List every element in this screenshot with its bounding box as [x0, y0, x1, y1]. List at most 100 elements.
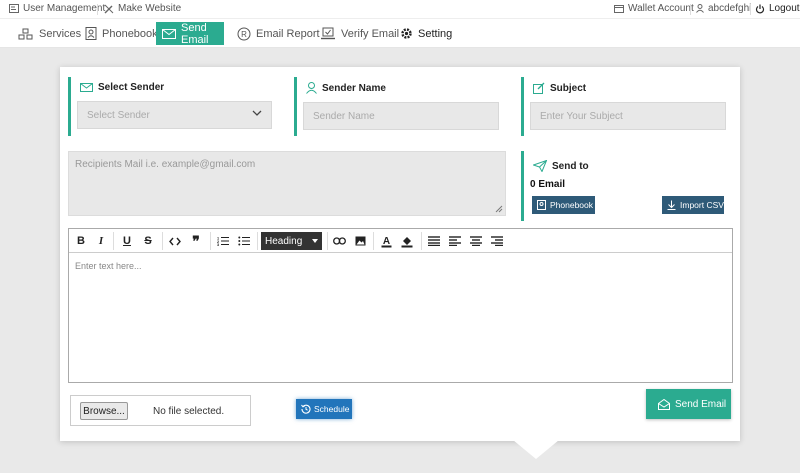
caret-down-icon: [312, 239, 318, 243]
envelope-icon: [162, 28, 176, 39]
underline-icon[interactable]: U: [119, 233, 135, 249]
user-management-link[interactable]: User Management: [9, 3, 105, 14]
username-label: abcdefghi: [708, 3, 752, 14]
nav-setting[interactable]: Setting: [394, 22, 458, 45]
sender-name-title: Sender Name: [306, 82, 386, 94]
id-card-icon: [9, 4, 19, 13]
send-email-button-label: Send Email: [675, 398, 727, 410]
tools-icon: [104, 4, 114, 13]
align-left-icon[interactable]: [447, 233, 463, 249]
user-icon: [696, 4, 704, 13]
power-icon: [755, 4, 765, 13]
select-sender-value: Select Sender: [87, 109, 150, 121]
user-management-label: User Management: [23, 3, 106, 14]
sender-name-placeholder: Sender Name: [313, 110, 375, 122]
chevron-down-icon: [252, 110, 262, 116]
align-center-icon[interactable]: [468, 233, 484, 249]
contact-book-icon: [537, 200, 546, 210]
bold-icon[interactable]: B: [73, 233, 89, 249]
make-website-label: Make Website: [118, 3, 182, 14]
logout-label: Logout: [769, 3, 800, 14]
browse-button[interactable]: Browse...: [80, 402, 128, 420]
envelope-icon: [80, 83, 93, 92]
toolbar-divider: [373, 232, 374, 250]
phonebook-button[interactable]: Phonebook: [532, 196, 595, 214]
resize-grip-icon[interactable]: [495, 205, 503, 213]
wallet-account-label: Wallet Account: [628, 3, 694, 14]
phonebook-button-label: Phonebook: [550, 200, 594, 210]
sender-name-input[interactable]: Sender Name: [303, 102, 499, 130]
schedule-button-label: Schedule: [314, 404, 350, 414]
nav-verify-email[interactable]: Verify Email: [314, 22, 405, 45]
nav-email-report-label: Email Report: [256, 27, 320, 40]
make-website-link[interactable]: Make Website: [104, 3, 181, 14]
user-menu[interactable]: abcdefghi: [696, 3, 751, 14]
subject-title-text: Subject: [550, 82, 587, 94]
ordered-list-icon[interactable]: 123: [215, 233, 231, 249]
nav-services[interactable]: Services: [12, 22, 87, 45]
import-csv-button[interactable]: Import CSV: [662, 196, 724, 214]
font-color-icon[interactable]: A: [378, 233, 394, 249]
user-icon: [306, 82, 317, 94]
svg-text:A: A: [382, 236, 389, 247]
italic-icon[interactable]: I: [93, 233, 109, 249]
nav-phonebook[interactable]: Phonebook: [79, 22, 164, 45]
editor-toolbar: B I U S ❞ 123 Heading A: [69, 229, 732, 253]
main-nav: Services Phonebook Send Email R Email Re…: [0, 19, 800, 48]
topbar-divider: [750, 4, 751, 15]
highlight-color-icon[interactable]: [399, 233, 415, 249]
select-sender-title: Select Sender: [80, 82, 164, 93]
nav-send-email-label: Send Email: [181, 21, 209, 46]
heading-select-label: Heading: [265, 235, 303, 247]
nav-email-report[interactable]: R Email Report: [231, 22, 326, 45]
file-status: No file selected.: [153, 406, 225, 417]
send-email-button[interactable]: Send Email: [646, 389, 731, 419]
recipients-textarea[interactable]: Recipients Mail i.e. example@gmail.com: [68, 151, 506, 216]
quote-icon[interactable]: ❞: [188, 233, 204, 249]
align-justify-icon[interactable]: [426, 233, 442, 249]
download-icon: [667, 200, 676, 210]
wallet-account-link[interactable]: Wallet Account: [614, 3, 694, 14]
services-icon: [18, 28, 33, 39]
edit-icon: [533, 82, 545, 94]
subject-input[interactable]: Enter Your Subject: [530, 102, 726, 130]
envelope-open-icon: [658, 398, 670, 410]
email-body-editor: B I U S ❞ 123 Heading A Enter text here.…: [68, 228, 733, 383]
nav-services-label: Services: [39, 27, 82, 40]
topbar-divider: [97, 4, 98, 15]
select-sender-dropdown[interactable]: Select Sender: [77, 101, 272, 129]
toolbar-divider: [421, 232, 422, 250]
subject-title: Subject: [533, 82, 586, 94]
send-to-title: Send to: [533, 160, 589, 172]
nav-send-email[interactable]: Send Email: [156, 21, 224, 46]
subject-placeholder: Enter Your Subject: [540, 110, 623, 122]
image-icon[interactable]: [352, 233, 368, 249]
align-right-icon[interactable]: [489, 233, 505, 249]
svg-text:3: 3: [217, 243, 219, 246]
top-bar: User Management Make Website Wallet Acco…: [0, 0, 800, 19]
wallet-icon: [614, 5, 624, 13]
code-icon[interactable]: [167, 233, 183, 249]
bullet-list-icon[interactable]: [236, 233, 252, 249]
toolbar-divider: [327, 232, 328, 250]
send-to-title-text: Send to: [552, 160, 589, 172]
editor-content-area[interactable]: Enter text here...: [75, 261, 142, 271]
topbar-divider: [690, 4, 691, 15]
schedule-button[interactable]: Schedule: [296, 399, 352, 419]
select-sender-title-text: Select Sender: [98, 82, 165, 93]
strikethrough-icon[interactable]: S: [140, 233, 156, 249]
toolbar-divider: [162, 232, 163, 250]
nav-phonebook-label: Phonebook: [102, 27, 158, 40]
import-csv-button-label: Import CSV: [680, 200, 724, 210]
send-to-count: 0 Email: [530, 179, 566, 190]
recipients-placeholder: Recipients Mail i.e. example@gmail.com: [75, 159, 256, 170]
logout-button[interactable]: Logout: [755, 3, 800, 14]
heading-select[interactable]: Heading: [261, 232, 322, 250]
svg-text:R: R: [241, 30, 247, 39]
verify-laptop-icon: [321, 27, 335, 40]
link-icon[interactable]: [331, 233, 347, 249]
history-icon: [301, 404, 311, 414]
gear-icon: [401, 28, 412, 39]
registered-icon: R: [237, 27, 251, 40]
panel-pointer: [513, 440, 559, 459]
